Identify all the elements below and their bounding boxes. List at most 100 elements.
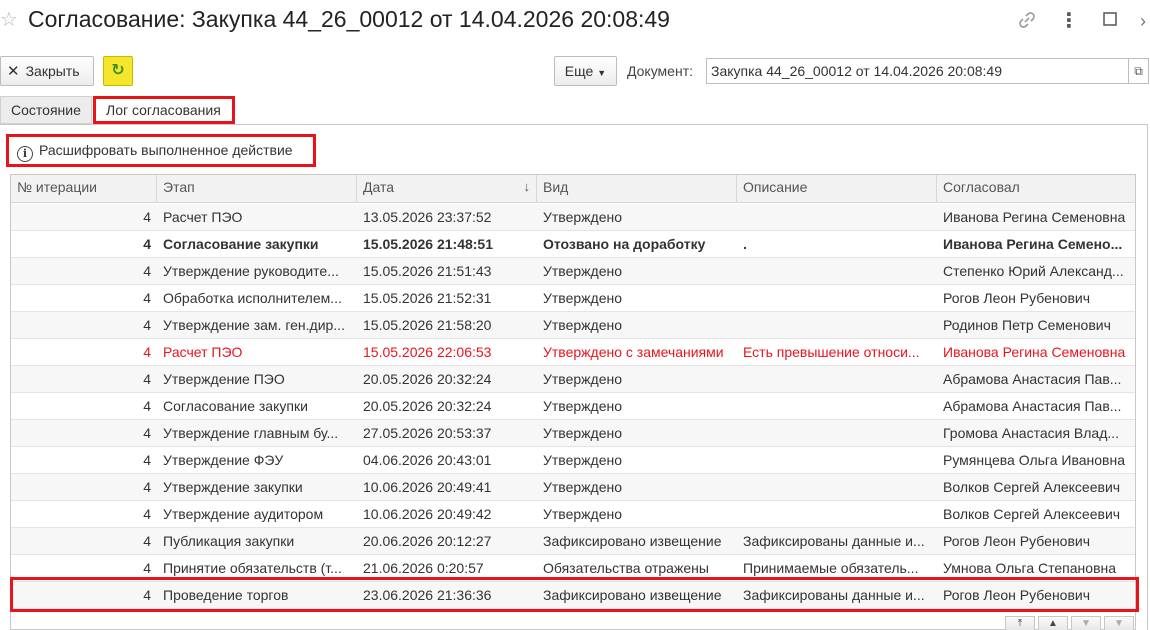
cell-description [737,366,937,393]
cell-stage: Утверждение руководите... [163,263,339,279]
table-row[interactable]: 4 Согласование закупки 15.05.2026 21:48:51… [11,231,1135,258]
more-actions-icon[interactable]: ⋮ [1058,10,1080,32]
column-header-description[interactable]: Описание [737,175,937,203]
cell-iteration: 4 [143,398,151,414]
decode-action-label: Расшифровать выполненное действие [39,142,293,158]
close-button[interactable]: ✕ Закрыть [0,56,94,86]
first-page-icon[interactable]: ⤒ [1005,616,1035,630]
close-button-label: Закрыть [25,63,80,79]
chevron-down-icon: ▼ [597,68,607,78]
maximize-icon[interactable] [1099,10,1121,32]
favorite-star-icon[interactable]: ☆ [0,8,20,32]
cell-kind: Утверждено [543,479,622,495]
cell-date: 13.05.2026 23:37:52 [363,209,492,225]
tab-state[interactable]: Состояние [0,96,92,124]
cell-description: . [743,236,747,252]
cell-kind: Утверждено [543,425,622,441]
refresh-button[interactable]: ↻ [103,56,133,86]
cell-stage: Расчет ПЭО [163,209,243,225]
table-row[interactable]: 4 Утверждение ПЭО 20.05.2026 20:32:24 Утвер… [11,366,1135,393]
cell-kind: Утверждено с замечаниями [543,344,724,360]
cell-approver: Громова Анастасия Влад... [943,425,1120,441]
page-down-icon[interactable]: ▼ [1071,616,1101,630]
cell-date: 20.05.2026 20:32:24 [363,371,492,387]
cell-approver: Иванова Регина Семеновна [943,209,1126,225]
cell-iteration: 4 [143,263,151,279]
approval-log-table[interactable]: № итерации Этап Дата ↓ Вид Описание Согла… [10,174,1136,630]
cell-iteration: 4 [143,479,151,495]
table-row[interactable]: 4 Утверждение ФЭУ 04.06.2026 20:43:01 Утвер… [11,447,1135,474]
cell-stage: Согласование закупки [163,398,308,414]
column-header-approver[interactable]: Согласовал [937,175,1135,203]
cell-kind: Утверждено [543,398,622,414]
cell-iteration: 4 [143,506,151,522]
highlighted-row-marker [10,577,1139,612]
cell-date: 15.05.2026 21:52:31 [363,290,492,306]
cell-iteration: 4 [143,317,151,333]
table-row[interactable]: 4 Утверждение аудитором 10.06.2026 20:49:4… [11,501,1135,528]
cell-date: 27.05.2026 20:53:37 [363,425,492,441]
column-header-iteration[interactable]: № итерации [11,175,157,203]
cell-approver: Иванова Регина Семеновна [943,344,1126,360]
info-icon: i [17,146,33,162]
cell-kind: Утверждено [543,506,622,522]
cell-iteration: 4 [143,371,151,387]
cell-stage: Утверждение зам. ген.дир... [163,317,345,333]
sort-down-icon: ↓ [523,179,531,194]
cell-date: 10.06.2026 20:49:42 [363,506,492,522]
decode-action-button[interactable]: i Расшифровать выполненное действие [6,134,316,167]
cell-date: 15.05.2026 21:51:43 [363,263,492,279]
more-button-label: Еще [564,63,594,79]
column-header-date-label: Дата [363,179,395,195]
table-row[interactable]: 4 Публикация закупки 20.06.2026 20:12:27 За… [11,528,1135,555]
last-page-icon[interactable]: ▼ [1104,616,1134,630]
page-up-icon[interactable]: ▲ [1038,616,1068,630]
link-icon[interactable] [1016,10,1038,32]
document-field[interactable]: Закупка 44_26_00012 от 14.04.2026 20:08:… [706,58,1129,84]
column-header-stage[interactable]: Этап [157,175,357,203]
cell-stage: Расчет ПЭО [163,344,243,360]
cell-stage: Утверждение аудитором [163,506,324,522]
cell-stage: Публикация закупки [163,533,295,549]
cell-date: 15.05.2026 21:48:51 [363,236,493,252]
cell-date: 20.06.2026 20:12:27 [363,533,492,549]
cell-stage: Утверждение ФЭУ [163,452,284,468]
table-row[interactable]: 4 Расчет ПЭО 13.05.2026 23:37:52 Утверждено… [11,204,1135,231]
cell-approver: Абрамова Анастасия Пав... [943,371,1122,387]
open-document-icon[interactable]: ⧉ [1129,58,1149,84]
cell-approver: Родинов Петр Семенович [943,317,1111,333]
cell-description [737,501,937,528]
close-window-icon[interactable]: › [1136,10,1150,32]
cell-iteration: 4 [143,236,151,252]
tab-approval-log[interactable]: Лог согласования [93,96,235,124]
refresh-icon: ↻ [111,62,125,79]
more-button[interactable]: Еще ▼ [554,56,617,86]
column-header-kind[interactable]: Вид [537,175,737,203]
cell-description [737,447,937,474]
cell-stage: Утверждение закупки [163,479,303,495]
table-row[interactable]: 4 Утверждение главным бу... 27.05.2026 20:… [11,420,1135,447]
table-row[interactable]: 4 Утверждение руководите... 15.05.2026 21:… [11,258,1135,285]
table-row[interactable]: 4 Обработка исполнителем... 15.05.2026 21:… [11,285,1135,312]
cell-stage: Утверждение главным бу... [163,425,339,441]
window-title: Согласование: Закупка 44_26_00012 от 14.… [28,6,670,32]
cell-kind: Утверждено [543,317,622,333]
cell-date: 10.06.2026 20:49:41 [363,479,492,495]
cell-approver: Абрамова Анастасия Пав... [943,398,1122,414]
column-header-date[interactable]: Дата ↓ [357,175,537,203]
cell-iteration: 4 [143,452,151,468]
cell-date: 15.05.2026 22:06:53 [363,344,492,360]
cell-kind: Отозвано на доработку [543,236,706,252]
cell-approver: Иванова Регина Семено... [943,236,1123,252]
table-row[interactable]: 4 Утверждение зам. ген.дир... 15.05.2026 2… [11,312,1135,339]
table-row[interactable]: 4 Согласование закупки 20.05.2026 20:32:24… [11,393,1135,420]
cell-stage: Согласование закупки [163,236,319,252]
cell-date: 20.05.2026 20:32:24 [363,398,492,414]
table-row[interactable]: 4 Расчет ПЭО 15.05.2026 22:06:53 Утверждено… [11,339,1135,366]
cell-kind: Утверждено [543,371,622,387]
cell-description [737,393,937,420]
table-row[interactable]: 4 Утверждение закупки 10.06.2026 20:49:41 У… [11,474,1135,501]
cell-kind: Утверждено [543,452,622,468]
cell-iteration: 4 [143,290,151,306]
cell-stage: Обработка исполнителем... [163,290,342,306]
